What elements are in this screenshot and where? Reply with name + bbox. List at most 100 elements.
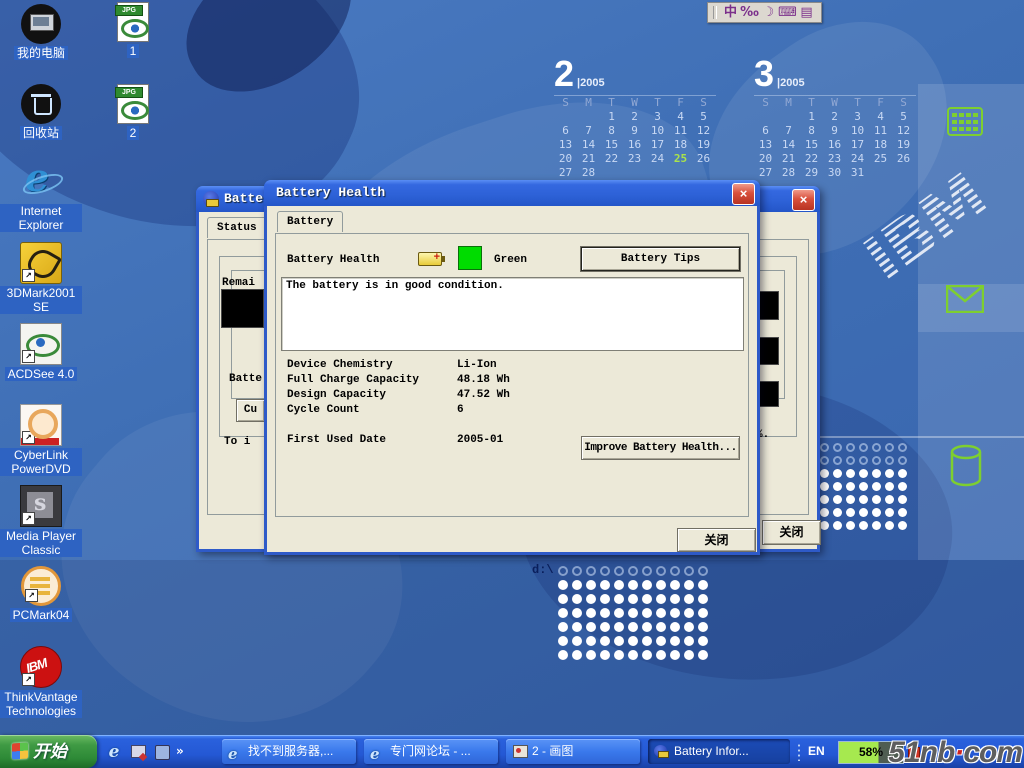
wallpaper-dot (898, 456, 907, 465)
drive-label: d:\ (532, 563, 554, 577)
tab-battery[interactable]: Battery (277, 211, 343, 232)
calendar-day: 17 (846, 138, 869, 152)
calendar-day: 28 (577, 166, 600, 180)
calendar-year-label: |2005 (777, 77, 805, 89)
media-player-classic-label: Media Player Classic (0, 527, 82, 559)
ime-menu-icon[interactable]: ▤ (797, 4, 816, 21)
quick-launch-overflow-chevron[interactable]: » (176, 735, 184, 768)
wallpaper-dot (558, 566, 568, 576)
taskbar-button[interactable]: 找不到服务器,... (222, 739, 356, 764)
quick-launch-media-icon[interactable] (152, 742, 172, 762)
battery-label: Batte (229, 373, 262, 386)
language-indicator[interactable]: EN (808, 743, 825, 760)
calendar-day: 16 (623, 138, 646, 152)
wallpaper-dot (872, 456, 881, 465)
shortcut-arrow-icon: ↗ (22, 673, 35, 686)
desktop-icon-jpg-file-1[interactable]: 1 (92, 2, 174, 60)
3dmark2001-se-icon: ↗ (20, 242, 62, 284)
wallpaper-dot (614, 622, 624, 632)
desktop-icon-pcmark04[interactable]: ↗PCMark04 (0, 566, 82, 624)
language-bar-handle[interactable] (713, 6, 717, 19)
battery-tips-button[interactable]: Battery Tips (581, 247, 740, 271)
calendar-week-row: 20212223242526 (554, 152, 716, 166)
calendar-day (577, 110, 600, 124)
battery-info-list: Device ChemistryLi-IonFull Charge Capaci… (287, 359, 510, 449)
wallpaper-dot (628, 594, 638, 604)
desktop: 2|2005SMTWTFS123456789101112131415161718… (0, 0, 1024, 768)
shortcut-arrow-icon: ↗ (25, 589, 38, 602)
wallpaper-dot (628, 650, 638, 660)
desktop-icon-my-computer[interactable]: 我的电脑 (0, 4, 82, 62)
calendar-day: 28 (777, 166, 800, 180)
wallpaper-dot (846, 495, 855, 504)
windows-flag-icon (12, 742, 28, 759)
wallpaper-dot (642, 594, 652, 604)
wallpaper-dot (833, 443, 842, 452)
chinese-mode-icon[interactable]: 中 (721, 4, 740, 21)
wallpaper-dot (628, 566, 638, 576)
calendar-day (754, 110, 777, 124)
close-icon[interactable]: × (792, 189, 815, 211)
fullwidth-icon[interactable]: ‰ (740, 4, 759, 21)
weekday-label: F (669, 96, 692, 110)
calendar-day: 24 (846, 152, 869, 166)
taskbar-button[interactable]: 2 - 画图 (506, 739, 640, 764)
calendar-day: 9 (623, 124, 646, 138)
desktop-icon-internet-explorer[interactable]: Internet Explorer (0, 162, 82, 234)
calendar-day: 18 (669, 138, 692, 152)
weekday-label: S (754, 96, 777, 110)
punctuation-icon[interactable]: ☽ (759, 4, 778, 21)
battery-health-titlebar[interactable]: Battery Health × (264, 180, 760, 206)
wallpaper-dot (859, 456, 868, 465)
wallpaper-dot (859, 521, 868, 530)
desktop-icon-3dmark2001-se[interactable]: ↗3DMark2001 SE (0, 242, 82, 316)
desktop-icon-jpg-file-2[interactable]: 2 (92, 84, 174, 142)
acdsee-40-label: ACDSee 4.0 (0, 365, 82, 383)
my-computer-icon (21, 4, 61, 44)
wallpaper-dot (600, 594, 610, 604)
wallpaper-dot (558, 650, 568, 660)
weekday-label: T (800, 96, 823, 110)
desktop-icon-thinkvantage-technologies[interactable]: ↗ThinkVantage Technologies (0, 646, 82, 720)
tray-app-icon[interactable] (908, 747, 920, 759)
taskbar-button-label: 找不到服务器,... (248, 744, 333, 758)
soft-keyboard-icon[interactable]: ⌨ (778, 4, 797, 21)
tray-battery-indicator[interactable]: 58% (838, 741, 904, 764)
cu-button[interactable]: Cu (236, 399, 265, 422)
wallpaper-dot (656, 580, 666, 590)
wallpaper-dot (586, 636, 596, 646)
language-bar[interactable]: 中‰☽⌨▤ (707, 2, 822, 23)
wallpaper-dot (572, 566, 582, 576)
calendar-day: 18 (869, 138, 892, 152)
close-button[interactable]: 关闭 (677, 528, 756, 552)
quick-launch-ie-icon[interactable] (104, 742, 124, 762)
taskbar-button[interactable]: 专门网论坛 - ... (364, 739, 498, 764)
taskbar-button[interactable]: Battery Infor... (648, 739, 790, 764)
desktop-icon-acdsee-40[interactable]: ↗ACDSee 4.0 (0, 323, 82, 383)
calendar-day: 31 (846, 166, 869, 180)
calendar-day: 23 (823, 152, 846, 166)
calendar-weekday-row: SMTWTFS (554, 96, 716, 110)
wallpaper-dot (600, 636, 610, 646)
wallpaper-leaf-shape (162, 0, 378, 117)
calendar-day (869, 166, 892, 180)
weekday-label: S (554, 96, 577, 110)
wallpaper-dot (698, 580, 708, 590)
quick-launch-show-desktop-icon[interactable] (128, 742, 148, 762)
wallpaper-dot (820, 456, 829, 465)
close-button[interactable]: 关闭 (762, 520, 821, 545)
tab-status[interactable]: Status (207, 217, 267, 238)
wallpaper-dot (656, 622, 666, 632)
wallpaper-dot (885, 443, 894, 452)
close-icon[interactable]: × (732, 183, 755, 205)
wallpaper-dot (642, 650, 652, 660)
wallpaper-dot (898, 482, 907, 491)
desktop-icon-media-player-classic[interactable]: ↗Media Player Classic (0, 485, 82, 559)
start-button[interactable]: 开始 (0, 735, 97, 768)
desktop-icon-cyberlink-powerdvd[interactable]: ↗CyberLink PowerDVD (0, 404, 82, 478)
desktop-icon-recycle-bin[interactable]: 回收站 (0, 84, 82, 142)
weekday-label: F (869, 96, 892, 110)
improve-battery-health-button[interactable]: Improve Battery Health... (581, 436, 740, 460)
wallpaper-dot (600, 580, 610, 590)
calendar-month-header: 3|2005 (754, 55, 916, 96)
